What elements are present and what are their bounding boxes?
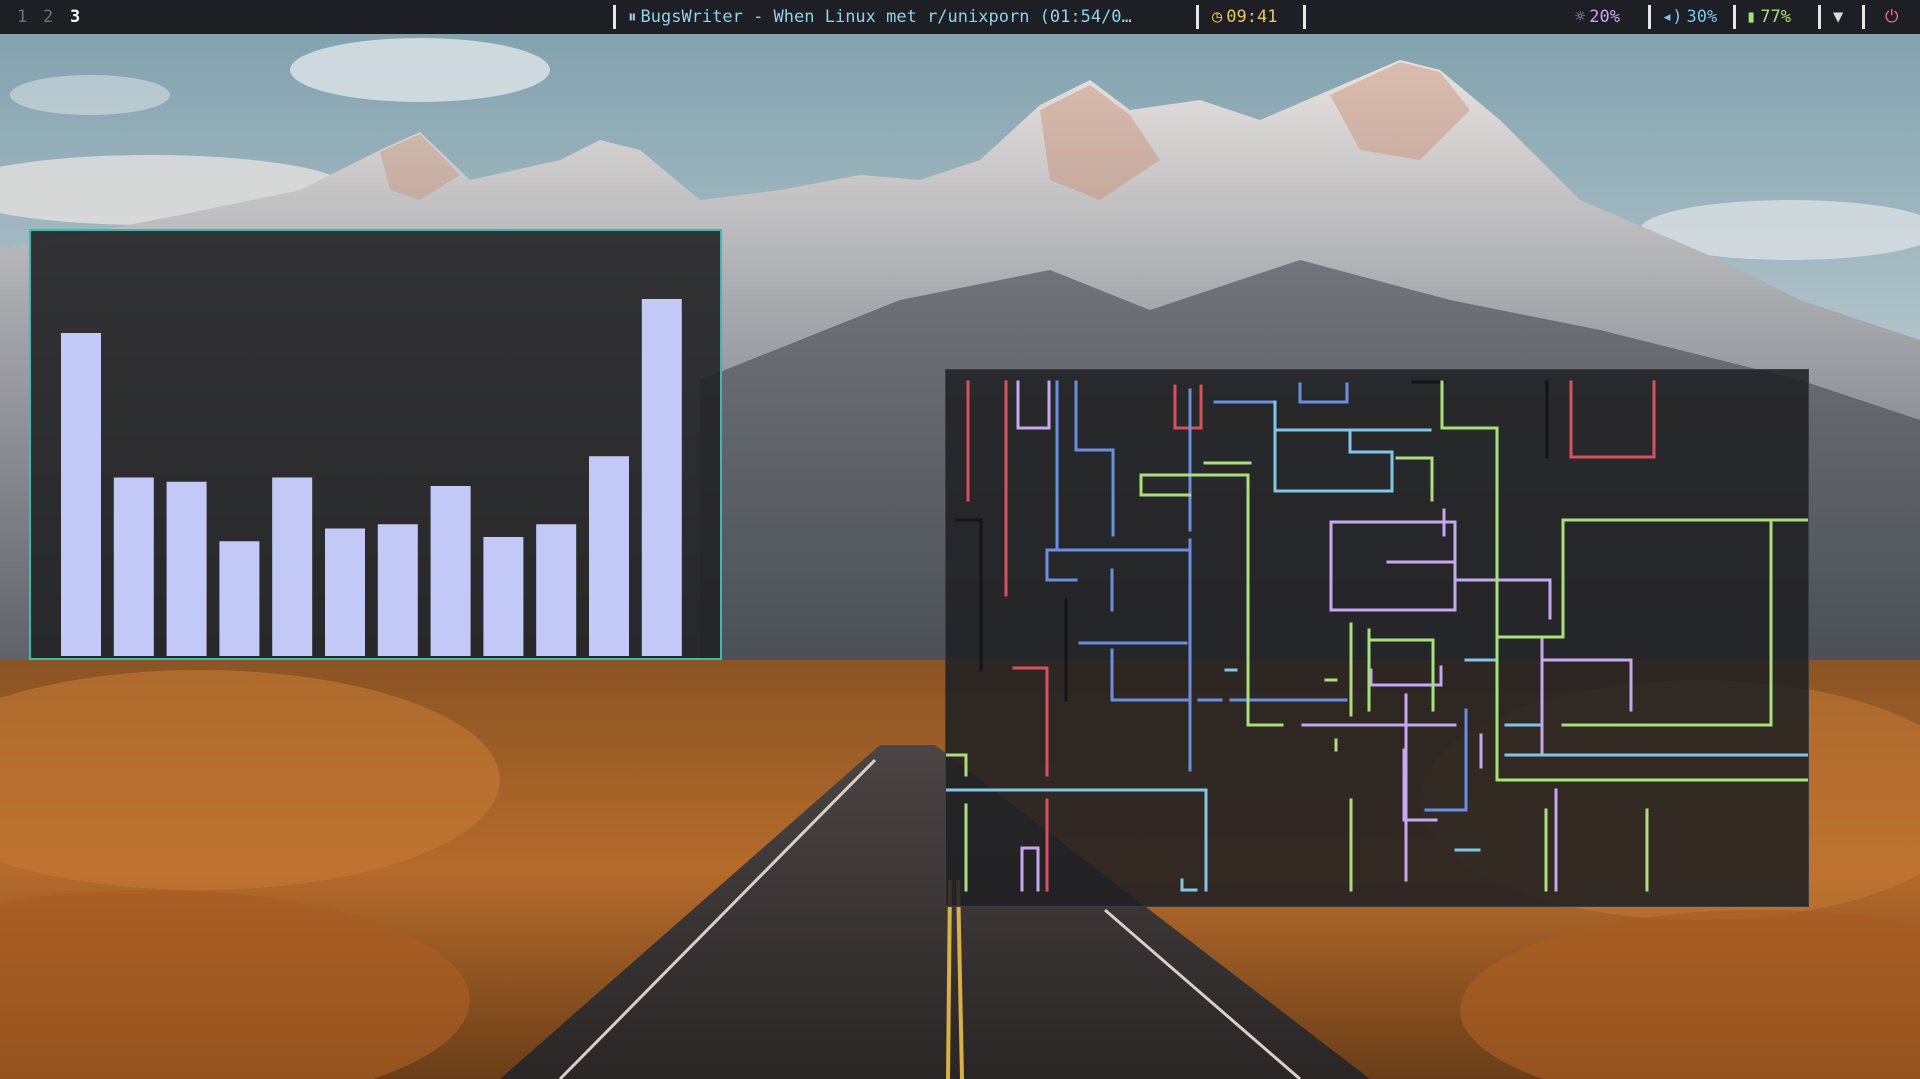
pipes-drawing bbox=[946, 380, 1808, 892]
visualizer-bar bbox=[272, 477, 313, 656]
road-center-line bbox=[946, 879, 952, 1079]
pipe-segment bbox=[1329, 520, 1457, 612]
now-playing-title: BugsWriter - When Linux met r/unixporn (… bbox=[640, 7, 1132, 27]
pipe-segment bbox=[946, 788, 1208, 892]
pipe-segment bbox=[1453, 578, 1552, 620]
sun-icon: ☼ bbox=[1575, 7, 1586, 27]
clock-icon: ◷ bbox=[1212, 7, 1223, 27]
brightness-module[interactable]: ☼ 20% bbox=[1575, 0, 1620, 34]
volume-module[interactable]: ◂) 30% bbox=[1662, 0, 1717, 34]
clock[interactable]: ◷ 09:41 bbox=[1212, 0, 1277, 34]
cloud bbox=[290, 38, 550, 102]
workspace-2[interactable]: 2 bbox=[43, 0, 53, 34]
pipes-window[interactable] bbox=[945, 369, 1809, 907]
pipe-segment bbox=[954, 518, 983, 672]
top-bar: 1 2 3 ⏸ BugsWriter - When Linux met r/uni… bbox=[0, 0, 1920, 34]
visualizer-bar bbox=[219, 541, 260, 656]
brightness-value: 20% bbox=[1589, 7, 1620, 27]
pipe-segment bbox=[946, 753, 968, 777]
pipe-segment bbox=[1012, 666, 1049, 777]
visualizer-bar bbox=[589, 456, 629, 656]
pipe-segment bbox=[1569, 380, 1656, 459]
battery-icon: ▮ bbox=[1746, 7, 1757, 27]
visualizer-bar bbox=[377, 524, 418, 656]
workspace-1[interactable]: 1 bbox=[17, 0, 27, 34]
pipe-segment bbox=[1298, 382, 1349, 404]
speaker-icon: ◂) bbox=[1662, 7, 1683, 27]
pipe-segment bbox=[1173, 384, 1203, 430]
pipe-segment bbox=[1561, 518, 1773, 727]
visualizer-bar bbox=[325, 528, 365, 656]
visualizer-bar bbox=[641, 299, 682, 656]
bar-separator bbox=[1648, 5, 1651, 29]
volume-value: 30% bbox=[1686, 7, 1718, 27]
bar-separator bbox=[1196, 5, 1199, 29]
pipe-segment bbox=[1045, 548, 1192, 582]
pipe-segment bbox=[1020, 846, 1040, 892]
pipe-segment bbox=[1016, 380, 1051, 430]
desktop: 1 2 3 ⏸ BugsWriter - When Linux met r/uni… bbox=[0, 0, 1920, 1079]
bar-separator bbox=[1818, 5, 1821, 29]
wifi-icon[interactable]: ▼ bbox=[1833, 0, 1843, 34]
pipe-segment bbox=[1540, 658, 1633, 712]
power-icon[interactable]: ⏻ bbox=[1885, 0, 1898, 34]
workspace-3[interactable]: 3 bbox=[70, 0, 80, 34]
pipe-segment bbox=[1440, 380, 1808, 782]
visualizer-bar bbox=[483, 537, 524, 656]
battery-value: 77% bbox=[1760, 7, 1791, 27]
pipe-segment bbox=[1273, 400, 1432, 493]
pipe-segment bbox=[1074, 380, 1115, 537]
bar-separator bbox=[1733, 5, 1736, 29]
pause-icon[interactable]: ⏸ bbox=[628, 0, 637, 34]
pipe-segment bbox=[1369, 665, 1443, 687]
pipe-segment bbox=[1110, 648, 1192, 702]
pipe-segment bbox=[1395, 456, 1434, 502]
visualizer-bar bbox=[113, 477, 154, 656]
visualizer-window[interactable] bbox=[29, 229, 722, 660]
visualizer-bar bbox=[166, 481, 207, 656]
bar-separator bbox=[1862, 5, 1865, 29]
visualizer-bar bbox=[430, 486, 471, 656]
bar-separator bbox=[613, 5, 616, 29]
now-playing[interactable]: ⏸ BugsWriter - When Linux met r/unixporn … bbox=[628, 0, 1132, 34]
visualizer-bar bbox=[536, 524, 577, 656]
bar-separator bbox=[1303, 5, 1306, 29]
pipe-segment bbox=[1180, 878, 1198, 892]
visualizer-bars bbox=[61, 299, 682, 656]
clock-time: 09:41 bbox=[1226, 7, 1278, 27]
pipe-segment bbox=[1139, 473, 1284, 727]
battery-module: ▮ 77% bbox=[1746, 0, 1791, 34]
visualizer-bar bbox=[61, 333, 101, 656]
cloud bbox=[10, 75, 170, 115]
